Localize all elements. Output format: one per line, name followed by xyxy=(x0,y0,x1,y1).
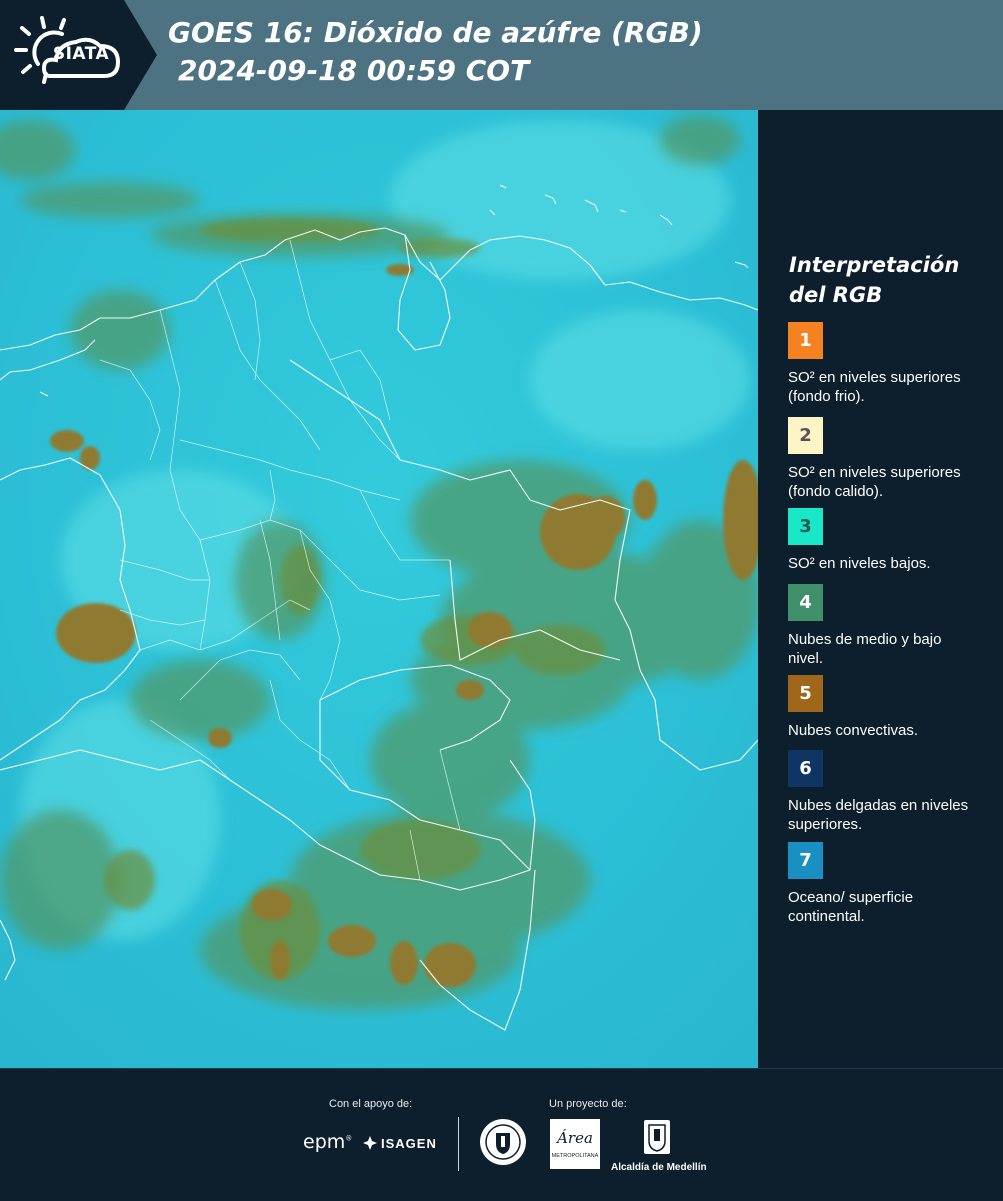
legend-swatch-7: 7 xyxy=(788,842,823,879)
legend-label-3: SO² en niveles bajos. xyxy=(788,555,931,572)
area-logo-text: Área xyxy=(557,1129,593,1147)
medellin-seal-icon xyxy=(480,1119,526,1165)
legend-label-2: SO² en niveles superiores (fondo calido)… xyxy=(788,464,961,500)
legend-label-1: SO² en niveles superiores (fondo frio). xyxy=(788,369,961,405)
isagen-mark-icon xyxy=(363,1136,377,1150)
legend-title: Interpretación del RGB xyxy=(789,250,989,310)
legend-title-line2: del RGB xyxy=(789,283,883,307)
footer: Con el apoyo de: Un proyecto de: epm® IS… xyxy=(0,1068,1003,1201)
area-metropolitana-logo: Área METROPOLITANA xyxy=(550,1119,600,1169)
legend-label-7: Oceano/ superficie continental. xyxy=(788,889,914,925)
satellite-map xyxy=(0,110,758,1068)
legend-label-6: Nubes delgadas en niveles superiores. xyxy=(788,797,969,833)
isagen-logo: ISAGEN xyxy=(362,1135,437,1151)
page-title: GOES 16: Dióxido de azúfre (RGB) xyxy=(168,16,703,49)
siata-logo-text: SIATA xyxy=(52,44,110,64)
legend-label-4: Nubes de medio y bajo nivel. xyxy=(788,631,942,667)
legend-title-line1: Interpretación xyxy=(789,253,960,277)
legend-item-1: 1 SO² en niveles superiores (fondo frio)… xyxy=(788,322,988,406)
siata-logo: SIATA xyxy=(0,0,157,110)
satellite-image xyxy=(0,110,758,1068)
isagen-logo-text: ISAGEN xyxy=(381,1135,437,1151)
legend-swatch-1: 1 xyxy=(788,322,823,359)
legend-item-3: 3 SO² en niveles bajos. xyxy=(788,508,988,573)
legend-item-7: 7 Oceano/ superficie continental. xyxy=(788,842,988,926)
alcaldia-coat-of-arms-icon xyxy=(644,1120,670,1154)
header-bar: SIATA GOES 16: Dióxido de azúfre (RGB) 2… xyxy=(0,0,1003,110)
legend-item-6: 6 Nubes delgadas en niveles superiores. xyxy=(788,750,988,834)
legend-swatch-6: 6 xyxy=(788,750,823,787)
epm-logo: epm® xyxy=(303,1131,353,1153)
legend-label-5: Nubes convectivas. xyxy=(788,722,919,739)
legend-swatch-3: 3 xyxy=(788,508,823,545)
alcaldia-text: Alcaldía de Medellín xyxy=(611,1162,707,1173)
legend-panel: Interpretación del RGB 1 SO² en niveles … xyxy=(770,110,995,1068)
footer-divider xyxy=(458,1117,459,1171)
legend-item-4: 4 Nubes de medio y bajo nivel. xyxy=(788,584,988,668)
legend-item-2: 2 SO² en niveles superiores (fondo calid… xyxy=(788,417,988,501)
legend-swatch-4: 4 xyxy=(788,584,823,621)
project-label: Un proyecto de: xyxy=(549,1098,627,1110)
epm-logo-text: epm xyxy=(303,1131,346,1153)
legend-swatch-5: 5 xyxy=(788,675,823,712)
page-subtitle-datetime: 2024-09-18 00:59 COT xyxy=(178,54,530,87)
area-logo-subtext: METROPOLITANA xyxy=(551,1153,599,1159)
support-label: Con el apoyo de: xyxy=(329,1098,413,1110)
legend-item-5: 5 Nubes convectivas. xyxy=(788,675,988,740)
alcaldia-medellin-logo: Alcaldía de Medellín xyxy=(611,1119,707,1173)
legend-swatch-2: 2 xyxy=(788,417,823,454)
